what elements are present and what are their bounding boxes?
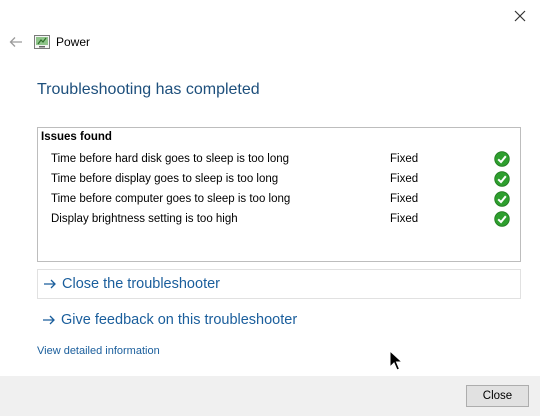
issue-row: Time before hard disk goes to sleep is t… [38,150,520,170]
check-icon [494,171,510,187]
view-detailed-information-link[interactable]: View detailed information [37,345,160,357]
mouse-cursor-icon [389,350,403,371]
issue-text: Time before display goes to sleep is too… [51,173,279,185]
close-troubleshooter-link[interactable]: Close the troubleshooter [37,269,521,299]
power-troubleshooter-icon [34,35,50,49]
issue-status: Fixed [390,153,419,165]
back-arrow-icon [9,37,22,47]
arrow-right-icon [43,277,57,291]
issue-row: Time before display goes to sleep is too… [38,170,520,190]
give-feedback-label: Give feedback on this troubleshooter [61,312,298,328]
issue-text: Time before computer goes to sleep is to… [51,193,291,205]
issue-row: Display brightness setting is too high F… [38,210,520,230]
give-feedback-link[interactable]: Give feedback on this troubleshooter [37,305,521,335]
back-button[interactable] [8,34,24,50]
issue-status: Fixed [390,213,419,225]
page-heading: Troubleshooting has completed [37,81,260,98]
issue-status: Fixed [390,173,419,185]
dialog-footer: Close [0,376,540,416]
issues-panel: Issues found Time before hard disk goes … [37,127,521,262]
close-icon [514,10,526,22]
check-icon [494,211,510,227]
arrow-right-icon [42,313,56,327]
app-title: Power [56,35,91,49]
check-icon [494,151,510,167]
close-window-button[interactable] [510,6,530,26]
issue-status: Fixed [390,193,419,205]
close-button[interactable]: Close [466,385,529,407]
check-icon [494,191,510,207]
issues-title: Issues found [41,131,112,143]
close-troubleshooter-label: Close the troubleshooter [62,276,220,292]
issue-row: Time before computer goes to sleep is to… [38,190,520,210]
issue-text: Time before hard disk goes to sleep is t… [51,153,290,165]
issue-text: Display brightness setting is too high [51,213,238,225]
